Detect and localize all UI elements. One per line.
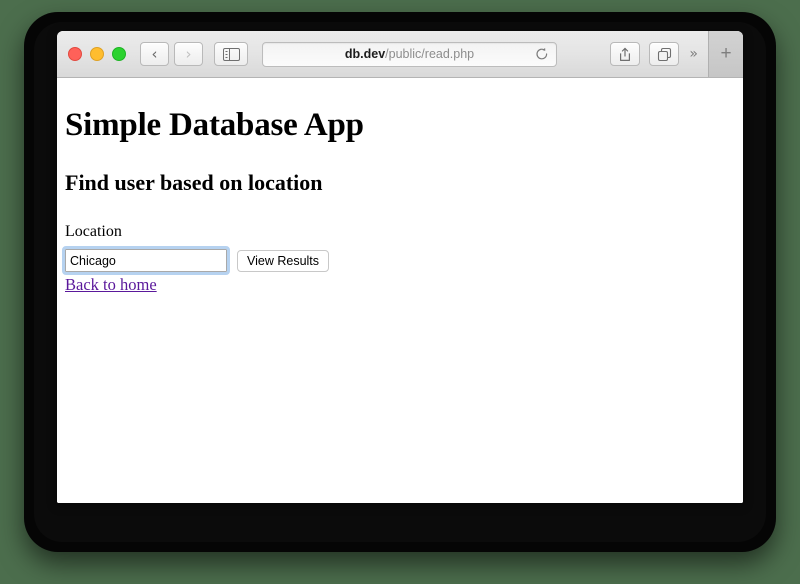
toolbar-right-group: » + [610,31,743,77]
back-button[interactable]: ‹ [140,42,169,66]
window-controls [68,47,126,61]
chevron-left-icon: ‹ [151,44,158,63]
url-host: db.dev [344,47,386,61]
location-input[interactable] [62,246,230,275]
navigation-buttons: ‹ › [140,42,203,66]
sidebar-toggle-button[interactable] [214,42,248,66]
location-form: View Results [62,246,735,275]
new-tab-button[interactable]: + [708,31,743,77]
back-to-home-link[interactable]: Back to home [65,275,157,295]
zoom-window-button[interactable] [112,47,126,61]
minimize-window-button[interactable] [90,47,104,61]
browser-window: ‹ › db.dev/public/read.php » + Simple Da… [57,31,743,503]
share-button[interactable] [610,42,641,66]
reload-button[interactable] [534,46,550,62]
forward-button[interactable]: › [174,42,203,66]
page-content: Simple Database App Find user based on l… [57,78,743,503]
toolbar-overflow-button[interactable]: » [688,46,699,62]
show-tabs-button[interactable] [649,42,680,66]
location-label: Location [65,223,122,240]
page-title: Simple Database App [65,107,364,143]
url-path: /public/read.php [385,47,475,61]
sidebar-icon [222,47,240,61]
close-window-button[interactable] [68,47,82,61]
address-bar[interactable]: db.dev/public/read.php [262,41,557,67]
view-results-button[interactable]: View Results [237,249,330,272]
reload-icon [536,47,548,60]
chevron-right-icon: › [185,44,192,63]
page-subtitle: Find user based on location [65,170,323,195]
share-icon [620,47,631,61]
browser-toolbar: ‹ › db.dev/public/read.php » + [57,31,743,78]
tabs-icon [657,47,671,61]
url-text: db.dev/public/read.php [345,47,474,61]
